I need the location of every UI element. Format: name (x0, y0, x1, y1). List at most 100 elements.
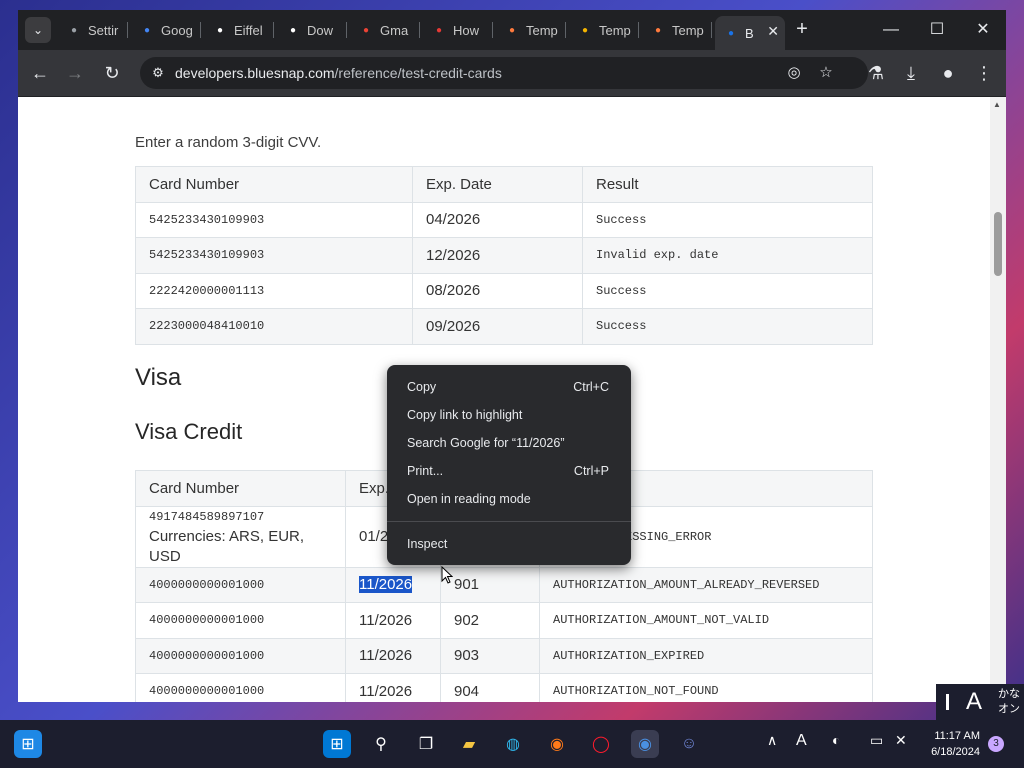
page-scrollbar[interactable]: ▲ (990, 97, 1006, 702)
discord-icon[interactable]: ☺ (675, 730, 703, 758)
tab-separator (565, 22, 566, 38)
menu-item[interactable]: Inspect (387, 530, 631, 558)
card-number-cell: 4000000000001000 (135, 566, 346, 603)
new-tab-button[interactable]: + (790, 18, 814, 42)
arrow-left-icon: ← (31, 63, 49, 83)
browser-tab[interactable]: ● Gma (350, 16, 420, 44)
browser-tab[interactable]: ● Eiffel (204, 16, 274, 44)
col-card-number: Card Number (135, 166, 413, 203)
maximize-button[interactable]: ☐ (922, 18, 952, 42)
heading-visa: Visa (135, 364, 182, 391)
edge-icon[interactable]: ◍ (499, 730, 527, 758)
profile-icon[interactable]: ● (935, 60, 961, 86)
intro-text: Enter a random 3-digit CVV. (135, 134, 322, 151)
browser-tab[interactable]: ● Dow (277, 16, 347, 44)
result-cell: Success (582, 308, 873, 345)
tab-separator (638, 22, 639, 38)
site-info-icon[interactable]: ⚙ (148, 63, 168, 83)
address-bar[interactable]: ⚙ developers.bluesnap.com/reference/test… (140, 57, 868, 89)
menu-item[interactable]: Copy link to highlight (387, 401, 631, 429)
close-window-button[interactable]: ✕ (968, 18, 998, 42)
tab-separator (419, 22, 420, 38)
tray-app-icon[interactable]: ◐ (832, 732, 840, 748)
tab-label: Eiffel (234, 22, 263, 38)
url-host: developers.bluesnap.com (175, 65, 335, 81)
ime-indicator[interactable]: A かな オン (936, 684, 1024, 720)
card-number-cell: 4000000000001000 (135, 602, 346, 639)
browser-tab[interactable]: ● Goog (131, 16, 201, 44)
tray-chevron-up-icon[interactable]: ∧ (767, 732, 777, 749)
browser-tab[interactable]: ● Temp (569, 16, 639, 44)
menu-item[interactable]: Search Google for “11/2026” (387, 429, 631, 457)
search-icon[interactable]: ⚲ (367, 730, 395, 758)
mouse-cursor-icon (441, 566, 453, 584)
minimize-button[interactable]: — (876, 18, 906, 42)
system-clock[interactable]: 11:17 AM 6/18/2024 (931, 728, 980, 760)
browser-tab[interactable]: ● B ✕ (715, 16, 785, 50)
table-row: 4000000000001000 11/2026 901 AUTHORIZATION_… (135, 566, 873, 603)
browser-tab[interactable]: ● Temp (642, 16, 712, 44)
url-text[interactable]: developers.bluesnap.com/reference/test-c… (175, 65, 502, 81)
col-result: Result (582, 166, 873, 203)
tab-label: Goog (161, 22, 193, 38)
opera-icon[interactable]: ◯ (587, 730, 615, 758)
table-row: 4000000000001000 11/2026 902 AUTHORIZATION_… (135, 602, 873, 639)
scroll-up-icon[interactable]: ▲ (993, 100, 1001, 109)
file-explorer-icon[interactable]: ▰ (455, 730, 483, 758)
browser-tab[interactable]: ● Settir (58, 16, 128, 44)
tab-separator (273, 22, 274, 38)
heading-visa-credit: Visa Credit (135, 419, 243, 444)
menu-item-shortcut: Ctrl+C (573, 380, 609, 394)
menu-divider (387, 521, 631, 522)
menu-item[interactable]: Copy Ctrl+C (387, 373, 631, 401)
exp-date-cell: 09/2026 (412, 308, 583, 345)
taskbar: ⊞ ⊞ ⚲ ❐ ▰ ◍ ◉ ◯ ◉ ☺ ∧ A ◐ ▭ ✕ 11:17 AM 6… (0, 720, 1024, 768)
google-icon: ● (362, 24, 370, 36)
notification-badge[interactable]: 3 (988, 736, 1004, 752)
exp-date-cell: 11/2026 (345, 602, 441, 639)
card-number-cell: 2222420000001113 (135, 272, 413, 309)
reload-button[interactable]: ↻ (99, 60, 125, 86)
start-windows-icon[interactable]: ⊞ (14, 730, 42, 758)
table-row: 2222420000001113 08/2026 Success (135, 272, 873, 309)
menu-kebab-icon[interactable]: ⋮ (971, 60, 997, 86)
close-icon: ✕ (976, 21, 990, 38)
scrollbar-thumb[interactable] (994, 212, 1002, 276)
menu-item[interactable]: Print... Ctrl+P (387, 457, 631, 485)
mastercard-table: Card Number Exp. Date Result 54252334301… (135, 166, 873, 345)
browser-tab[interactable]: ● Temp (496, 16, 566, 44)
tab-separator (200, 22, 201, 38)
table-row: 5425233430109903 12/2026 Invalid exp. date (135, 237, 873, 274)
tab-separator (711, 22, 712, 38)
volume-muted-icon[interactable]: ✕ (895, 732, 907, 749)
windows-logo-icon[interactable]: ⊞ (323, 730, 351, 758)
menu-item-label: Open in reading mode (407, 492, 531, 506)
bluesnap-icon: ● (727, 27, 735, 39)
card-number-cell: 2223000048410010 (135, 308, 413, 345)
forward-button[interactable]: → (62, 60, 88, 86)
task-view-icon[interactable]: ❐ (412, 730, 440, 758)
menu-item[interactable]: Open in reading mode (387, 485, 631, 513)
card-number-cell[interactable]: 4917484589897107 (149, 507, 332, 527)
network-icon[interactable]: ▭ (870, 732, 883, 749)
downloads-icon[interactable]: ⤓ (898, 60, 924, 86)
tracking-protection-icon[interactable]: ◎ (783, 63, 805, 83)
result-cell: Invalid exp. date (582, 237, 873, 274)
menu-item-label: Print... (407, 464, 444, 478)
labs-flask-icon[interactable]: ⚗ (863, 60, 889, 86)
bookmark-star-icon[interactable]: ☆ (815, 63, 837, 83)
firefox-icon[interactable]: ◉ (543, 730, 571, 758)
back-button[interactable]: ← (27, 60, 53, 86)
tab-search-button[interactable]: ⌄ (25, 17, 51, 43)
ime-letter: A (966, 688, 983, 715)
cvv-cell: 901 (440, 566, 540, 603)
maximize-icon: ☐ (929, 21, 945, 38)
clock-time: 11:17 AM (934, 730, 980, 742)
tab-close-icon[interactable]: ✕ (767, 23, 779, 40)
currencies-text: Currencies: ARS, EUR, USD (149, 527, 305, 565)
browser-tab[interactable]: ● How (423, 16, 493, 44)
chrome-icon[interactable]: ◉ (631, 730, 659, 758)
selected-text[interactable]: 11/2026 (359, 576, 413, 594)
tray-font-icon[interactable]: A (796, 732, 807, 750)
tab-separator (346, 22, 347, 38)
